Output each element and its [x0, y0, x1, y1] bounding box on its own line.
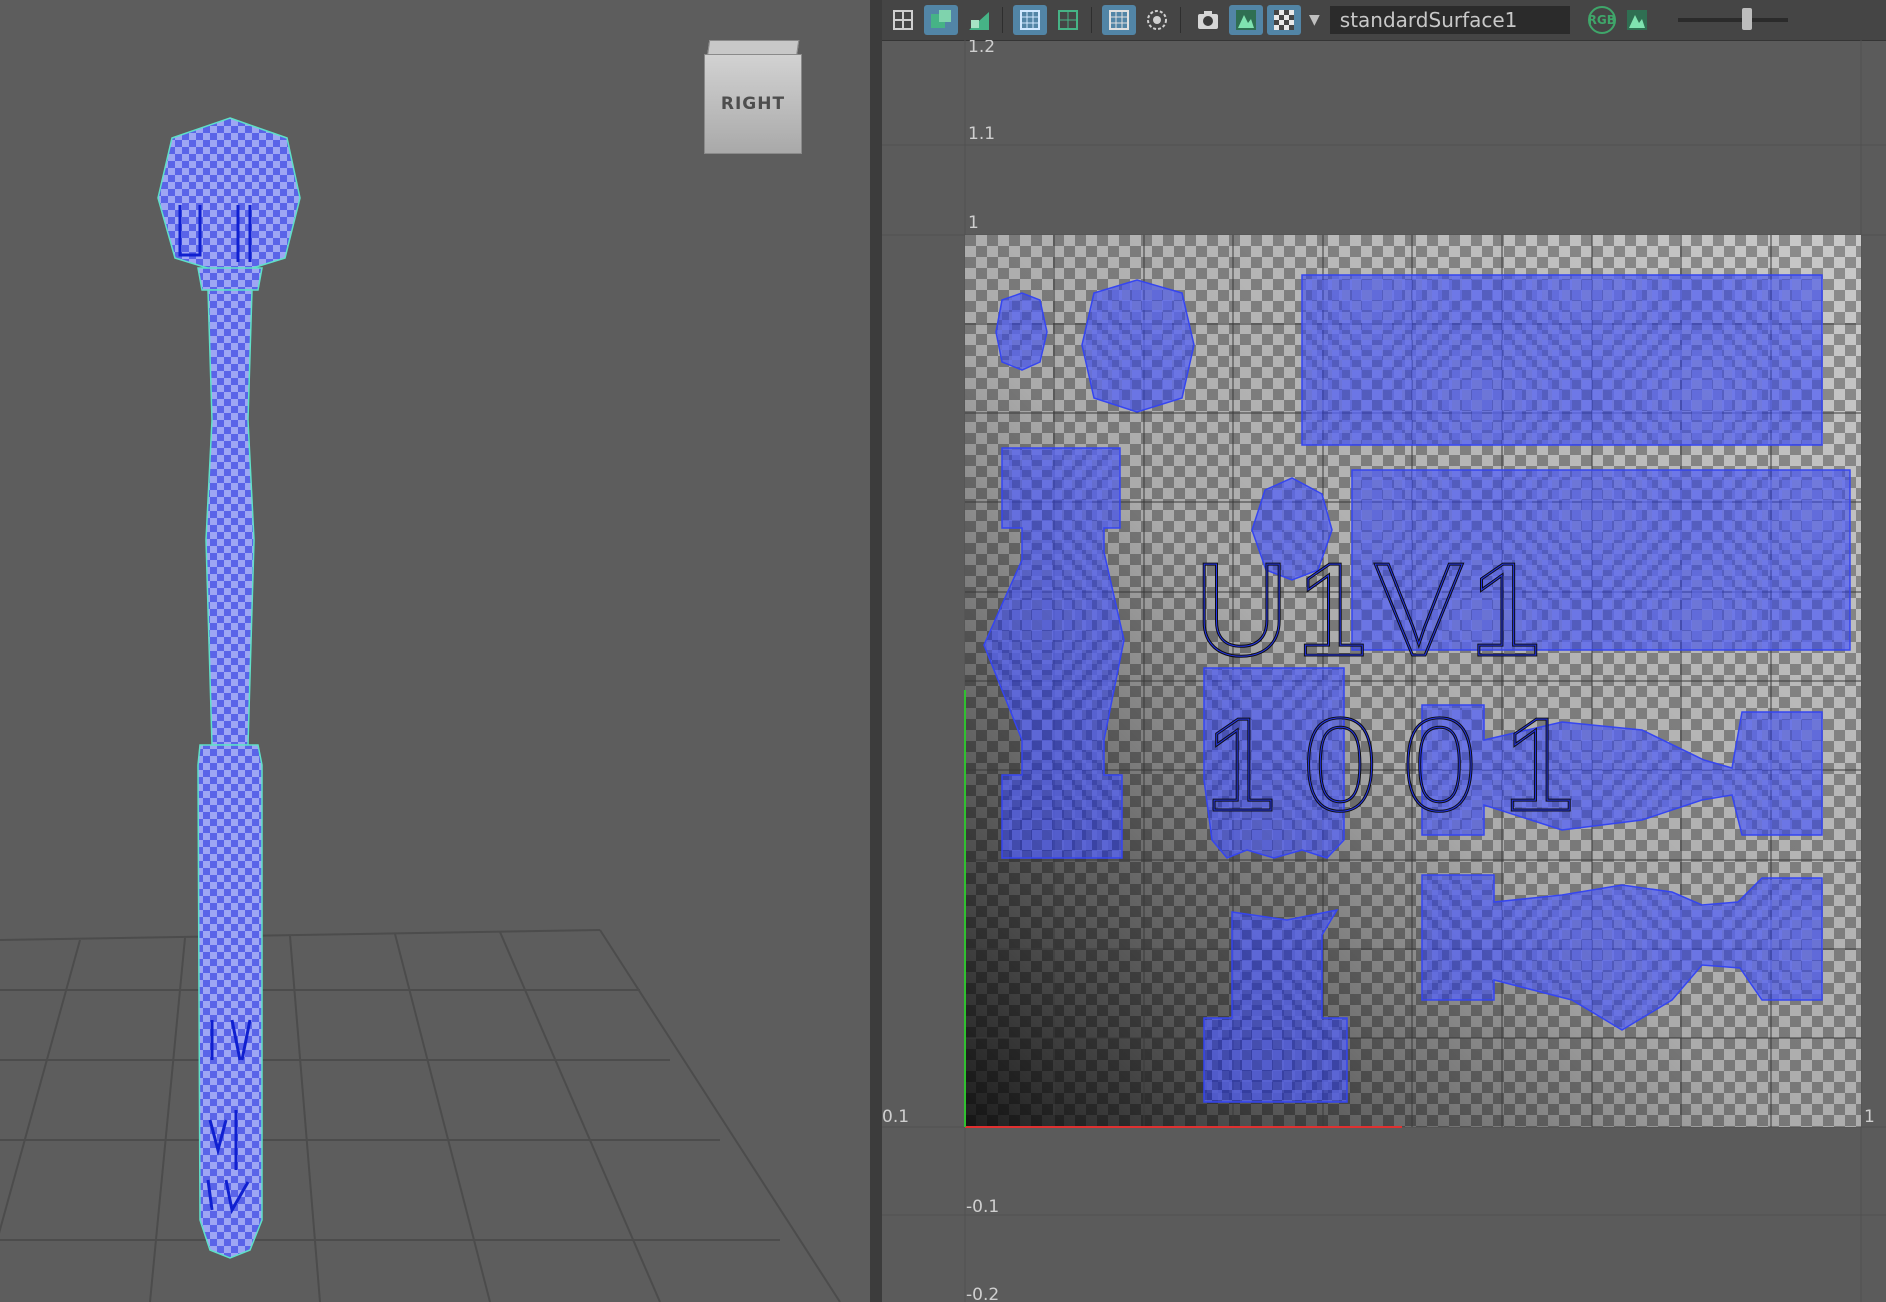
toolbar-separator	[1091, 7, 1092, 33]
panel-divider[interactable]	[870, 0, 882, 1302]
uv-shell	[983, 447, 1125, 859]
axis-label: -0.1	[966, 1197, 999, 1217]
image-icon[interactable]	[1229, 5, 1263, 35]
perspective-viewport[interactable]	[0, 0, 870, 1302]
axis-label: 1	[968, 213, 979, 233]
ground-grid	[0, 929, 841, 1302]
checker-icon[interactable]	[1267, 5, 1301, 35]
view-cube[interactable]: RIGHT	[704, 40, 802, 154]
shader-name: standardSurface1	[1339, 8, 1518, 32]
axis-label: 1	[1864, 1107, 1875, 1127]
axis-label: 1.2	[968, 40, 995, 57]
uv-shell	[995, 292, 1048, 371]
view-cube-label: RIGHT	[720, 94, 786, 114]
isolate-icon[interactable]	[1140, 5, 1174, 35]
uv-editor-toolbar: ▼ standardSurface1 RGB	[882, 0, 1886, 41]
mace-mesh	[157, 117, 301, 1259]
slider-handle[interactable]	[1741, 8, 1752, 30]
view-cube-face[interactable]: RIGHT	[704, 54, 802, 154]
uv-distortion-icon[interactable]	[962, 5, 996, 35]
pixel-grid-icon[interactable]	[1102, 5, 1136, 35]
uv-editor-panel: ▼ standardSurface1 RGB U1V1 U1V1 1001 10…	[882, 0, 1886, 1302]
tile-label-number-overlay: 1001	[1204, 691, 1602, 838]
grid-snap-icon[interactable]	[1051, 5, 1085, 35]
uv-shell-icon[interactable]	[924, 5, 958, 35]
axis-label: -0.2	[966, 1285, 999, 1302]
texture-tile-icon[interactable]	[1013, 5, 1047, 35]
axis-label: 0.1	[882, 1107, 909, 1127]
uv-shell	[1081, 279, 1195, 413]
snapshot-icon[interactable]	[1191, 5, 1225, 35]
shader-name-field[interactable]: standardSurface1	[1329, 6, 1570, 34]
axis-label: 1.1	[968, 124, 995, 144]
viewport-canvas[interactable]	[0, 0, 870, 1302]
exposure-slider[interactable]	[1677, 8, 1788, 30]
tile-label-udim-overlay: U1V1	[1194, 536, 1548, 683]
uv-shell	[1301, 274, 1823, 446]
uv-canvas[interactable]: U1V1 U1V1 1001 1001 1.2 1.1 1 0.1 1 -0.1…	[882, 40, 1886, 1302]
rgb-channel-icon[interactable]: RGB	[1588, 6, 1616, 34]
toolbar-separator	[1180, 7, 1181, 33]
rgb-label: RGB	[1587, 13, 1616, 27]
chevron-down-icon[interactable]: ▼	[1309, 12, 1320, 28]
exposure-icon[interactable]	[1620, 5, 1654, 35]
toolbar-separator	[1002, 7, 1003, 33]
grid-icon[interactable]	[886, 5, 920, 35]
